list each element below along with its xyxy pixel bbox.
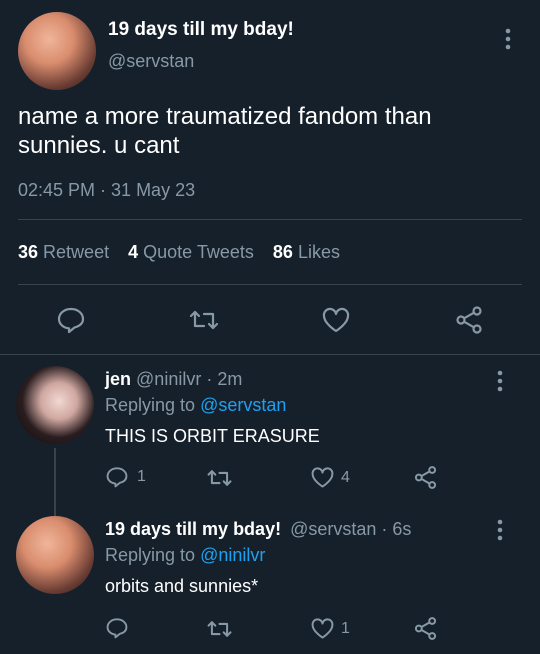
divider xyxy=(0,354,540,355)
display-name[interactable]: jen xyxy=(105,369,131,389)
like-action[interactable]: 1 xyxy=(310,617,350,640)
retweet-label: Retweet xyxy=(43,242,110,262)
share-icon[interactable] xyxy=(454,305,484,335)
reply-icon[interactable] xyxy=(105,466,129,488)
divider xyxy=(18,219,522,220)
like-count: 4 xyxy=(341,468,350,486)
more-vertical-icon[interactable] xyxy=(493,370,507,392)
timestamp: 02:45 PM · 31 May 23 xyxy=(18,180,196,200)
retweet-icon[interactable] xyxy=(188,306,220,334)
retweet-action[interactable] xyxy=(206,466,241,490)
share-icon[interactable] xyxy=(413,465,438,490)
avatar[interactable] xyxy=(16,516,94,594)
retweet-stat[interactable]: 36 Retweet xyxy=(18,242,114,262)
tweet-text-line: sunnies. u cant xyxy=(18,132,180,159)
like-action[interactable]: 4 xyxy=(310,466,350,489)
like-icon[interactable] xyxy=(321,306,351,334)
avatar[interactable] xyxy=(16,366,94,444)
reply-count: 1 xyxy=(137,468,146,485)
reply-icon[interactable] xyxy=(105,617,129,639)
like-icon[interactable] xyxy=(310,466,335,489)
handle-time[interactable]: @servstan · 6s xyxy=(290,519,411,539)
reply-header: jen @ninilvr · 2m xyxy=(105,369,242,390)
reply-header: 19 days till my bday! @servstan · 6s xyxy=(105,519,411,540)
tweet-stats: 36 Retweet 4 Quote Tweets 86 Likes xyxy=(18,242,340,263)
retweet-count: 36 xyxy=(18,242,39,262)
like-label: Likes xyxy=(297,242,340,262)
retweet-action[interactable] xyxy=(206,617,241,641)
replying-to-label: Replying to xyxy=(105,545,201,565)
tweet-text-line: name a more traumatized fandom than xyxy=(18,103,432,130)
more-vertical-icon[interactable] xyxy=(501,28,515,50)
handle[interactable]: @servstan xyxy=(108,51,194,72)
like-count: 86 xyxy=(272,242,293,262)
like-stat[interactable]: 86 Likes xyxy=(273,242,340,262)
display-name[interactable]: 19 days till my bday! xyxy=(105,519,281,539)
retweet-icon[interactable] xyxy=(206,466,233,490)
share-icon[interactable] xyxy=(413,616,438,641)
replying-to: Replying to @ninilvr xyxy=(105,545,265,566)
thread-line xyxy=(54,448,56,516)
quote-count: 4 xyxy=(128,242,139,262)
divider xyxy=(18,284,522,285)
quote-stat[interactable]: 4 Quote Tweets xyxy=(128,242,259,262)
reply-action[interactable]: 1 xyxy=(105,466,146,488)
replying-to-link[interactable]: @servstan xyxy=(200,395,286,415)
replying-to-label: Replying to xyxy=(105,395,201,415)
display-name[interactable]: 19 days till my bday! xyxy=(108,19,294,41)
reply-icon[interactable] xyxy=(56,306,86,334)
reply-text: orbits and sunnies* xyxy=(105,576,259,596)
reply-text: THIS IS ORBIT ERASURE xyxy=(105,426,320,446)
quote-label: Quote Tweets xyxy=(143,242,254,262)
tweet-text: name a more traumatized fandom than sunn… xyxy=(18,102,432,160)
like-count: 1 xyxy=(341,619,350,637)
replying-to: Replying to @servstan xyxy=(105,395,286,416)
more-vertical-icon[interactable] xyxy=(493,519,507,541)
retweet-icon[interactable] xyxy=(206,617,233,641)
like-icon[interactable] xyxy=(310,617,335,640)
replying-to-link[interactable]: @ninilvr xyxy=(200,545,265,565)
handle-time[interactable]: @ninilvr · 2m xyxy=(136,369,242,389)
avatar[interactable] xyxy=(18,12,96,90)
reply-action[interactable] xyxy=(105,617,137,639)
